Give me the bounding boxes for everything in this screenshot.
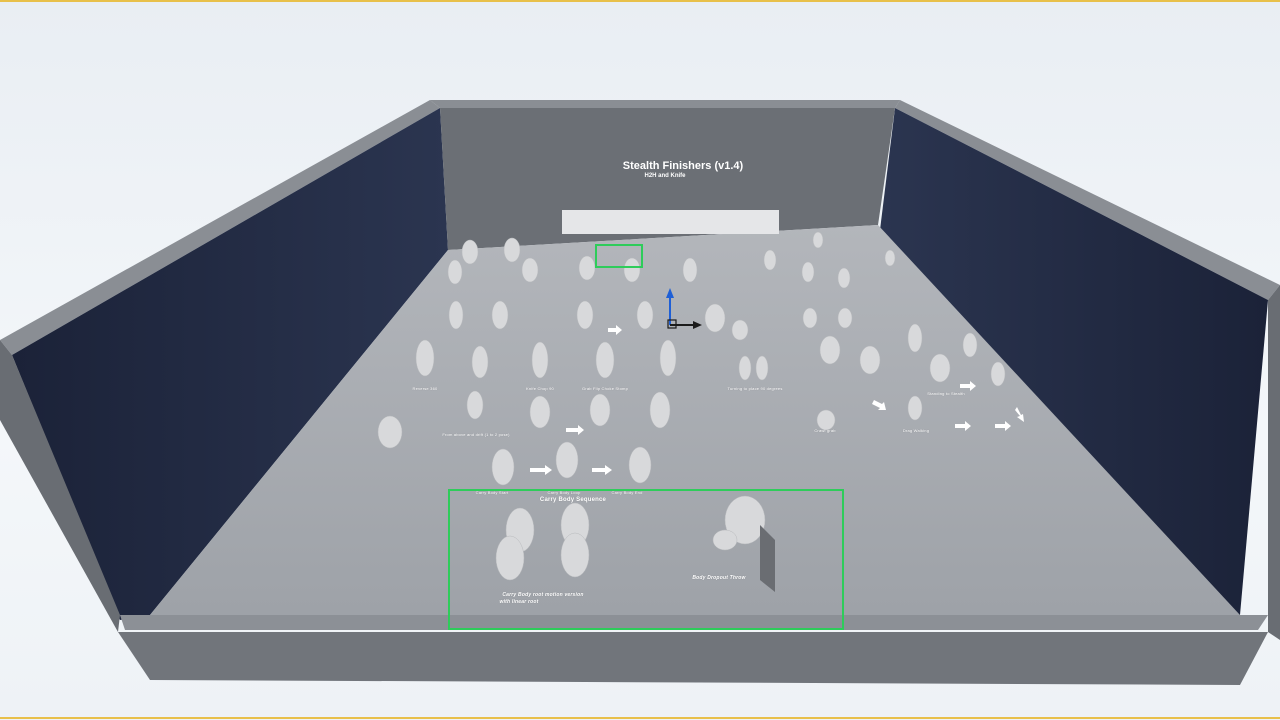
carry-body-end-label: Carry Body End	[611, 490, 643, 495]
crawl-grab-label: Crawl grab	[814, 428, 836, 433]
backdrop-board[interactable]	[562, 210, 779, 234]
carry-body-loop-label: Carry Body Loop	[547, 490, 581, 495]
reverse-360-label: Reverse 360	[412, 386, 438, 391]
from-above-label: From above and drift (1 to 2 pose)	[442, 432, 510, 437]
selection-outline-carry-body[interactable]	[448, 489, 844, 630]
carry-body-start-label: Carry Body Start	[475, 490, 509, 495]
carry-body-root-motion-label-2: with linear root	[499, 599, 539, 605]
body-dropout-throw-label: Body Dropout Throw	[692, 575, 746, 581]
knife-chop-label: Knife Chop 90	[526, 386, 554, 391]
grab-flip-choke-label: Grab Flip Choke Stomp	[582, 386, 628, 391]
back-wall-top	[430, 100, 900, 108]
front-rim-face	[118, 632, 1268, 685]
stand-to-stealth-label: Standing to Stealth	[927, 391, 965, 396]
scene-subtitle: H2H and Knife	[644, 173, 686, 179]
drag-walking-label: Drag Walking	[902, 428, 930, 433]
turning-to-place-label: Turning to place 90 degrees	[727, 386, 783, 391]
carry-body-sequence-label: Carry Body Sequence	[539, 497, 607, 503]
scene-title: Stealth Finishers (v1.4)	[622, 160, 744, 172]
viewport-bottom-edge	[0, 717, 1280, 719]
carry-body-root-motion-label-1: Carry Body root motion version	[502, 592, 584, 598]
selection-outline-small[interactable]	[595, 244, 643, 268]
right-rim	[1268, 285, 1280, 640]
